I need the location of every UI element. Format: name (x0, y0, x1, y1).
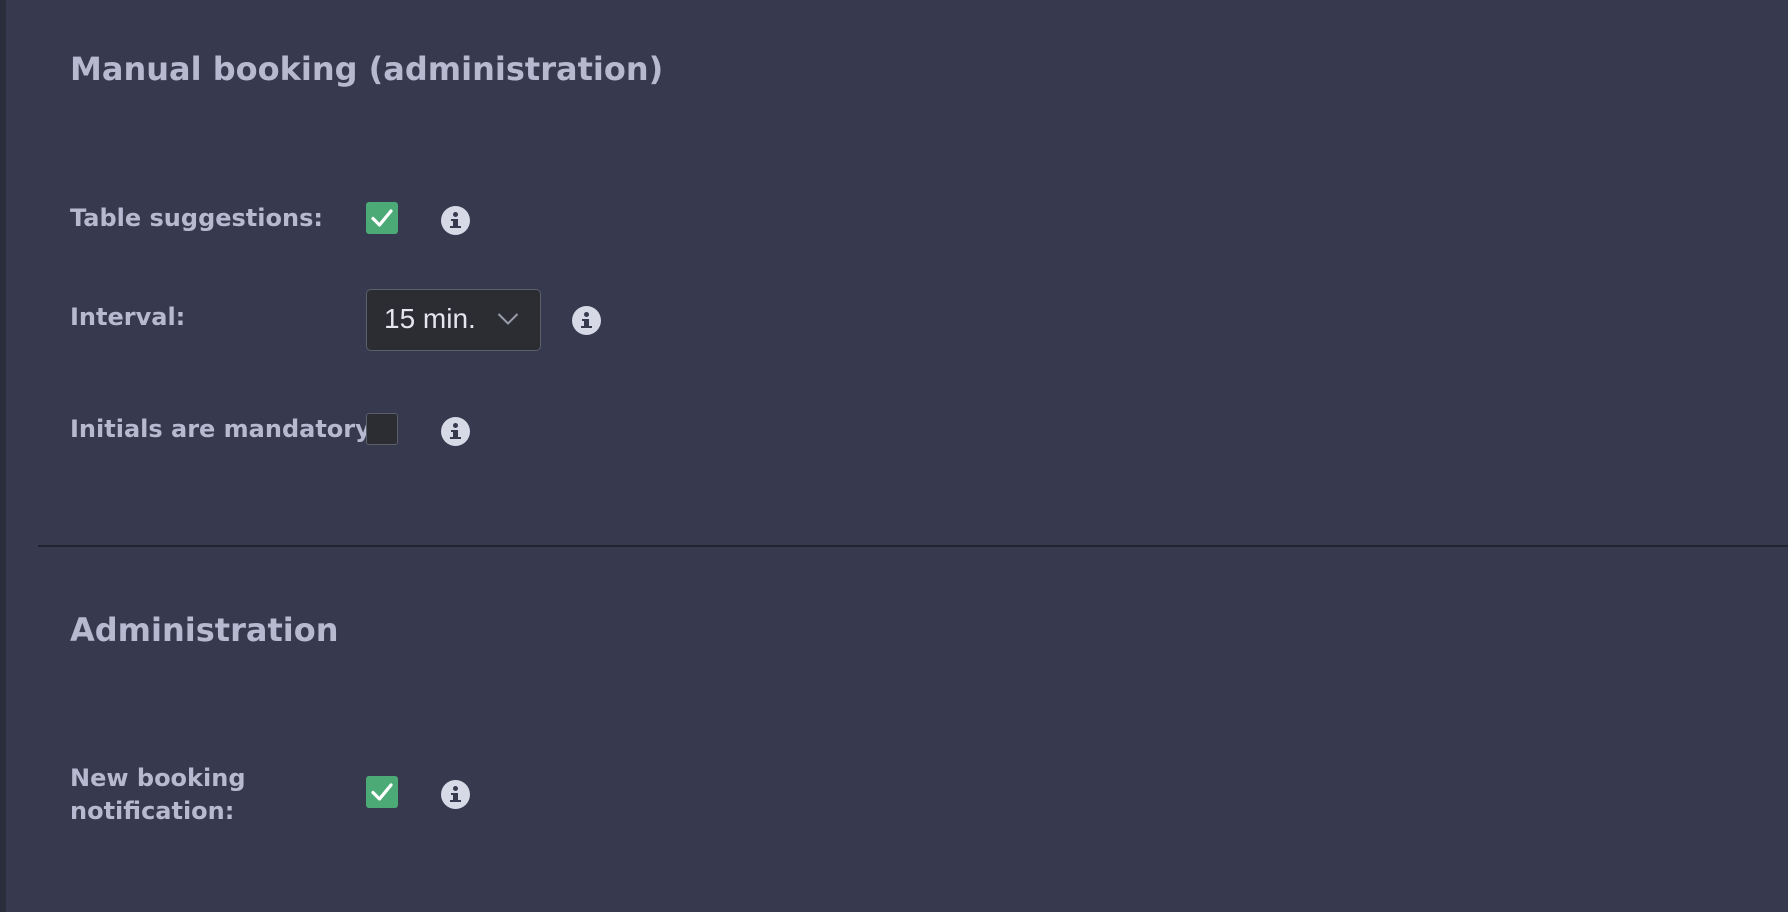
settings-page: Manual booking (administration) Table su… (0, 0, 1788, 912)
info-icon[interactable] (441, 417, 470, 446)
initials-mandatory-checkbox[interactable] (366, 413, 398, 445)
table-suggestions-label: Table suggestions: (70, 204, 323, 232)
interval-label: Interval: (70, 303, 186, 331)
section-title-administration: Administration (70, 611, 339, 649)
section-title-manual-booking: Manual booking (administration) (70, 50, 664, 88)
info-icon[interactable] (572, 306, 601, 335)
section-divider (38, 545, 1788, 547)
checkmark-icon (371, 783, 393, 801)
left-edge-border (0, 0, 6, 912)
chevron-down-icon (497, 313, 519, 325)
new-booking-notification-label-line2: notification: (70, 797, 235, 825)
interval-select-value: 15 min. (384, 303, 476, 334)
checkmark-icon (371, 209, 393, 227)
info-icon[interactable] (441, 780, 470, 809)
initials-mandatory-label: Initials are mandatory: (70, 415, 381, 443)
new-booking-notification-label-line1: New booking (70, 764, 246, 792)
new-booking-notification-label: New booking notification: (70, 762, 246, 828)
table-suggestions-checkbox[interactable] (366, 202, 398, 234)
interval-select[interactable]: 15 min. (366, 289, 541, 351)
new-booking-notification-checkbox[interactable] (366, 776, 398, 808)
info-icon[interactable] (441, 206, 470, 235)
